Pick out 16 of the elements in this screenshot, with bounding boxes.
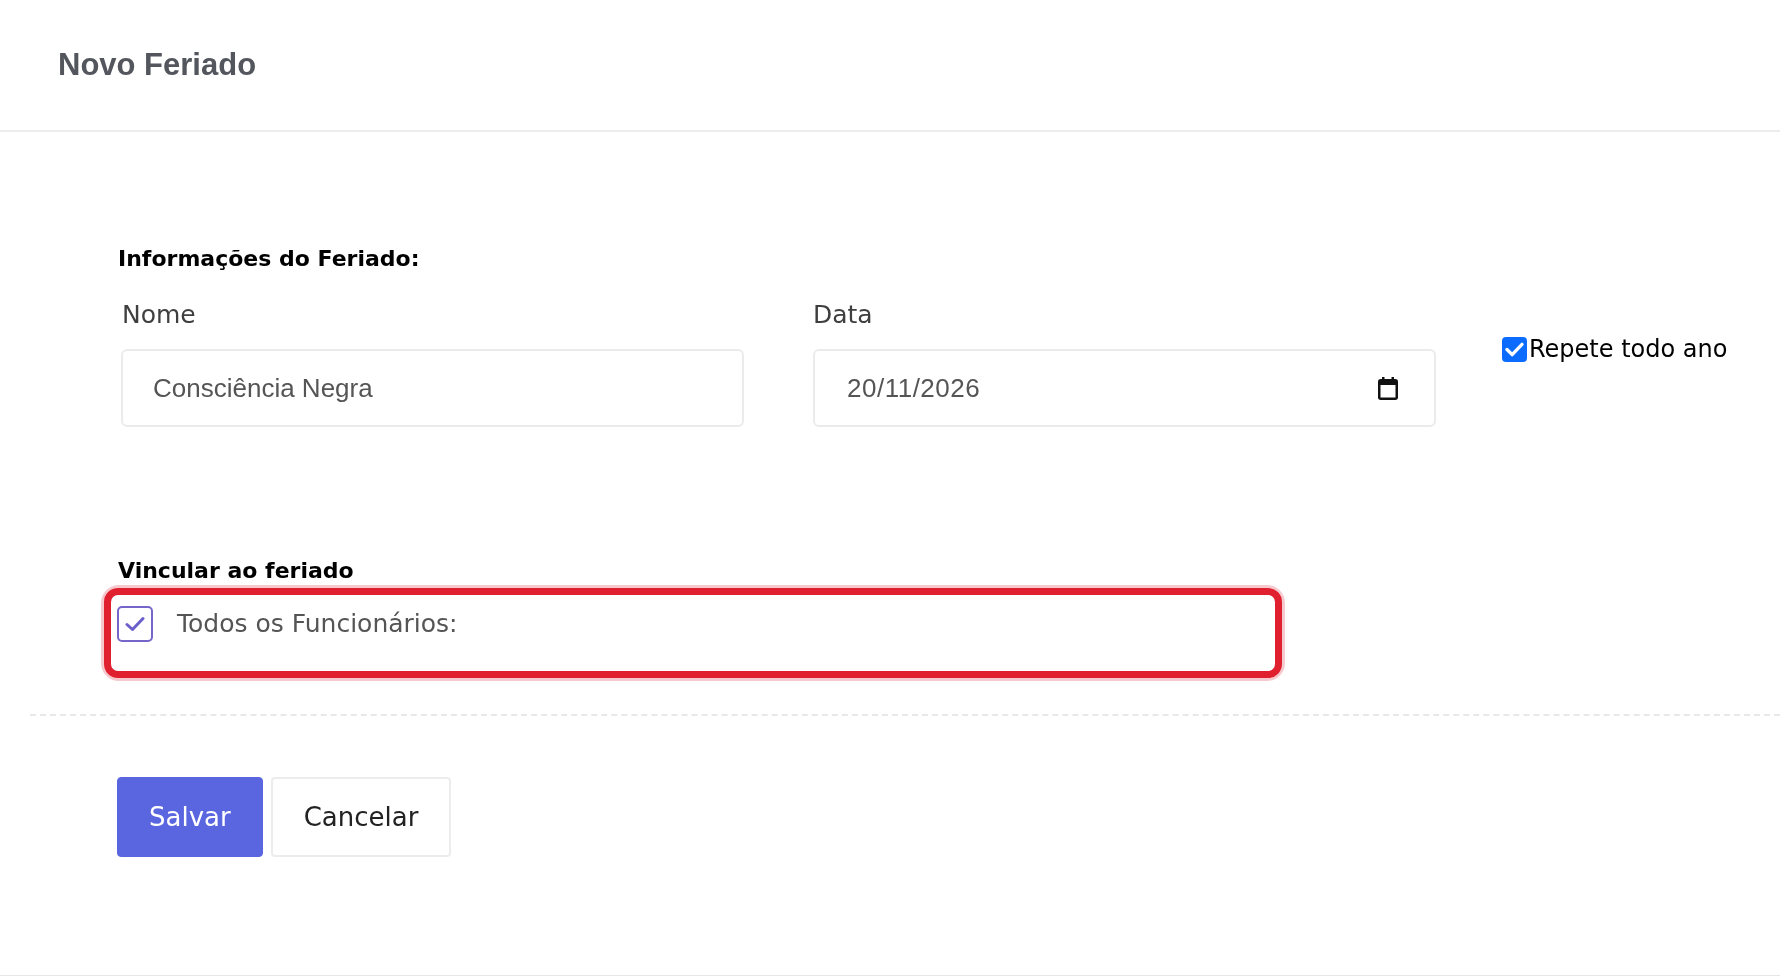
date-input[interactable]: 20/11/2026 [813,349,1436,427]
check-icon [125,616,145,632]
calendar-icon[interactable] [1378,376,1398,400]
cancel-button[interactable]: Cancelar [270,777,452,857]
field-label: Data [813,299,873,331]
checkbox-label: Repete todo ano [1529,334,1728,365]
check-icon [1505,341,1524,357]
checkbox[interactable] [1502,336,1527,362]
page-title: Novo Feriado [58,46,257,84]
section-heading: Informações do Feriado: [118,245,420,273]
save-button[interactable]: Salvar [117,777,263,857]
name-input[interactable]: Consciência Negra [121,349,744,427]
field-label: Nome [121,299,196,331]
section-heading: Vincular ao feriado [118,557,354,585]
checkbox[interactable] [117,606,153,642]
checkbox-label: Todos os Funcionários: [177,608,458,640]
